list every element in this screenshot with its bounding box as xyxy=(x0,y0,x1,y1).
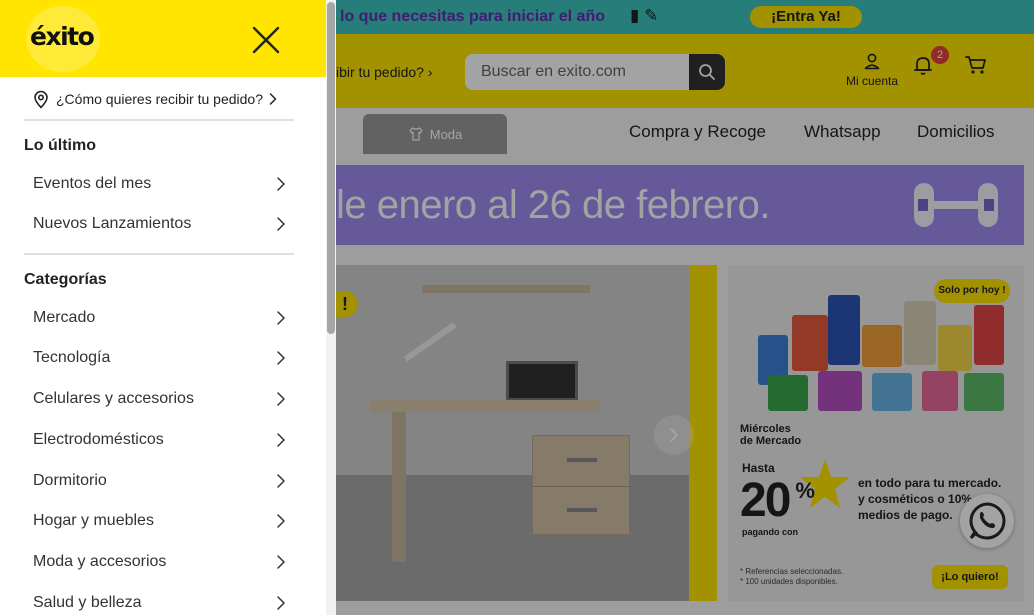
divider xyxy=(24,253,294,255)
menu-item-dormitorio[interactable]: Dormitorio xyxy=(24,462,294,500)
menu-item-tecnologia[interactable]: Tecnología xyxy=(24,339,294,377)
exito-logo[interactable]: éxito xyxy=(30,22,95,51)
scrollbar-thumb[interactable] xyxy=(327,2,335,334)
menu-item-label: Electrodomésticos xyxy=(33,431,164,448)
chevron-right-icon xyxy=(277,596,285,610)
drawer-header: éxito xyxy=(0,0,326,77)
chevron-right-icon xyxy=(269,93,277,105)
menu-item-label: Celulares y accesorios xyxy=(33,390,194,407)
chevron-right-icon xyxy=(277,311,285,325)
delivery-method-label: ¿Cómo quieres recibir tu pedido? xyxy=(56,91,263,107)
menu-item-salud[interactable]: Salud y belleza xyxy=(24,584,294,615)
menu-item-label: Hogar y muebles xyxy=(33,512,154,529)
menu-item-lanzamientos[interactable]: Nuevos Lanzamientos xyxy=(24,205,294,243)
menu-item-label: Tecnología xyxy=(33,349,111,366)
location-pin-icon xyxy=(34,90,48,109)
close-button[interactable] xyxy=(250,24,282,56)
divider xyxy=(24,119,294,121)
menu-item-label: Moda y accesorios xyxy=(33,553,167,570)
chevron-right-icon xyxy=(277,177,285,191)
chevron-right-icon xyxy=(277,433,285,447)
menu-item-label: Nuevos Lanzamientos xyxy=(33,215,192,232)
menu-item-electrodomesticos[interactable]: Electrodomésticos xyxy=(24,421,294,459)
menu-item-label: Eventos del mes xyxy=(33,175,152,192)
menu-item-eventos[interactable]: Eventos del mes xyxy=(24,165,294,203)
menu-item-hogar[interactable]: Hogar y muebles xyxy=(24,502,294,540)
chevron-right-icon xyxy=(277,351,285,365)
chevron-right-icon xyxy=(277,392,285,406)
section-title-categories: Categorías xyxy=(24,271,107,288)
chevron-right-icon xyxy=(277,217,285,231)
menu-item-label: Mercado xyxy=(33,309,96,326)
menu-drawer: éxito ¿Cómo quieres recibir tu pedido? L… xyxy=(0,0,336,615)
section-title-latest: Lo último xyxy=(24,137,96,154)
close-icon xyxy=(252,26,280,54)
menu-item-label: Salud y belleza xyxy=(33,594,142,611)
chevron-right-icon xyxy=(277,555,285,569)
delivery-method-button[interactable]: ¿Cómo quieres recibir tu pedido? xyxy=(33,86,303,112)
chevron-right-icon xyxy=(277,474,285,488)
menu-item-moda[interactable]: Moda y accesorios xyxy=(24,543,294,581)
chevron-right-icon xyxy=(277,514,285,528)
menu-item-celulares[interactable]: Celulares y accesorios xyxy=(24,380,294,418)
menu-item-label: Dormitorio xyxy=(33,472,107,489)
menu-item-mercado[interactable]: Mercado xyxy=(24,299,294,337)
